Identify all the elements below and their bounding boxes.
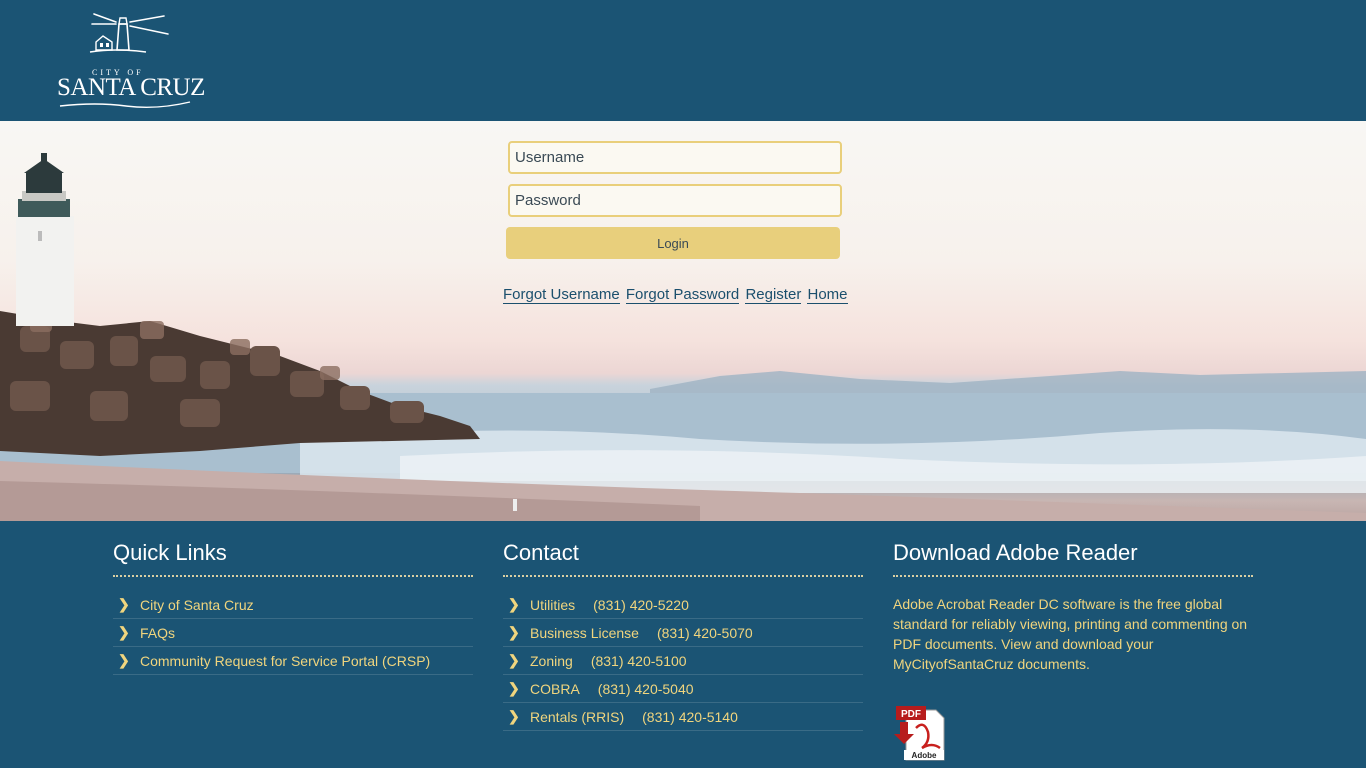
contact-item[interactable]: ❯ Business License (831) 420-5070 (503, 619, 863, 647)
quick-link-item[interactable]: ❯ FAQs (113, 619, 473, 647)
quick-link-item[interactable]: ❯ City of Santa Cruz (113, 591, 473, 619)
pdf-download-icon[interactable]: Adobe PDF (894, 706, 946, 762)
adobe-reader-section: Download Adobe Reader Adobe Acrobat Read… (893, 541, 1253, 761)
contact-phone: (831) 420-5040 (597, 680, 694, 697)
chevron-right-icon: ❯ (508, 652, 520, 668)
chevron-right-icon: ❯ (508, 624, 520, 640)
chevron-right-icon: ❯ (118, 624, 130, 640)
chevron-right-icon: ❯ (118, 652, 130, 668)
contact-item[interactable]: ❯ Zoning (831) 420-5100 (503, 647, 863, 675)
contact-name: Zoning (530, 652, 573, 669)
chevron-right-icon: ❯ (508, 680, 520, 696)
account-links: Forgot Username Forgot Password Register… (503, 286, 850, 304)
contact-name: Business License (530, 624, 639, 641)
contact-item[interactable]: ❯ COBRA (831) 420-5040 (503, 675, 863, 703)
quick-link-label: Community Request for Service Portal (CR… (140, 652, 431, 669)
contact-name: Utilities (530, 596, 576, 613)
contact-section: Contact ❯ Utilities (831) 420-5220 ❯ Busine… (503, 541, 863, 731)
contact-title: Contact (503, 541, 863, 577)
chevron-right-icon: ❯ (508, 596, 520, 612)
quick-links-section: Quick Links ❯ City of Santa Cruz ❯ FAQs ❯ C… (113, 541, 473, 675)
pdf-icon-bottom-label: Adobe (912, 751, 937, 760)
password-input[interactable] (508, 184, 842, 217)
quick-links-title: Quick Links (113, 541, 473, 577)
contact-item[interactable]: ❯ Rentals (RRIS) (831) 420-5140 (503, 703, 863, 731)
contact-phone: (831) 420-5070 (656, 624, 753, 641)
username-input[interactable] (508, 141, 842, 174)
chevron-right-icon: ❯ (118, 596, 130, 612)
pdf-icon-top-label: PDF (901, 709, 921, 720)
contact-item[interactable]: ❯ Utilities (831) 420-5220 (503, 591, 863, 619)
register-link[interactable]: Register (745, 286, 802, 304)
login-button[interactable]: Login (506, 227, 840, 259)
forgot-password-link[interactable]: Forgot Password (625, 286, 740, 304)
login-form: Login (506, 141, 842, 259)
contact-phone: (831) 420-5140 (642, 708, 738, 725)
adobe-description: Adobe Acrobat Reader DC software is the … (893, 596, 1248, 672)
city-logo[interactable]: CITY OF SANTA CRUZ (56, 10, 205, 114)
quick-link-label: City of Santa Cruz (140, 596, 254, 613)
header: CITY OF SANTA CRUZ (0, 0, 1366, 121)
hero-banner: Login Forgot Username Forgot Password Re… (0, 121, 1366, 521)
quick-link-label: FAQs (140, 624, 176, 641)
chevron-right-icon: ❯ (508, 708, 520, 724)
contact-name: COBRA (530, 680, 580, 697)
contact-phone: (831) 420-5220 (593, 596, 689, 613)
logo-name-text: SANTA CRUZ (57, 74, 205, 101)
adobe-title: Download Adobe Reader (893, 541, 1253, 577)
contact-name: Rentals (RRIS) (530, 708, 625, 725)
contact-phone: (831) 420-5100 (590, 652, 687, 669)
footer: Quick Links ❯ City of Santa Cruz ❯ FAQs ❯ C… (0, 521, 1366, 768)
home-link[interactable]: Home (807, 286, 848, 304)
quick-link-item[interactable]: ❯ Community Request for Service Portal (C… (113, 647, 473, 675)
forgot-username-link[interactable]: Forgot Username (503, 286, 620, 304)
